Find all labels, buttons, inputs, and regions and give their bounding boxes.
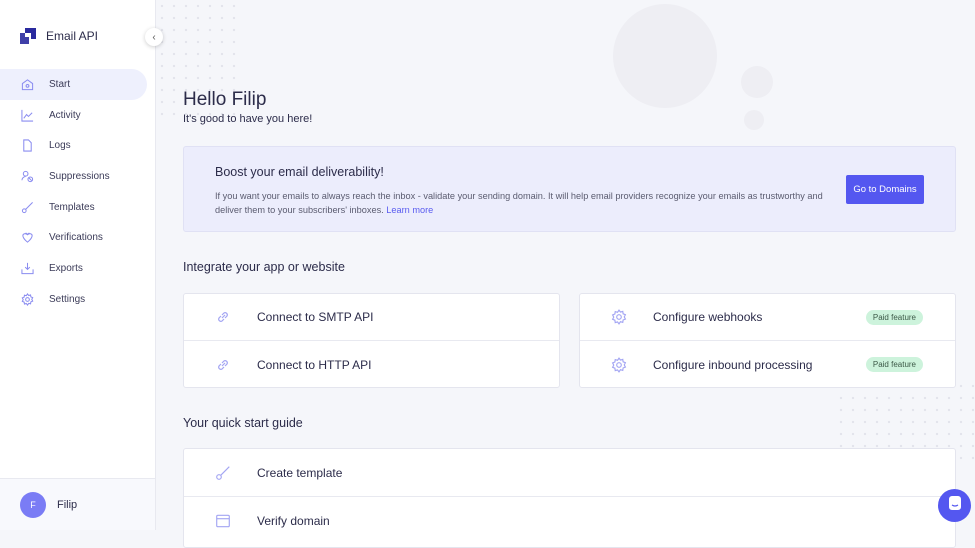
main-content: Hello Filip It's good to have you here! …	[156, 0, 975, 548]
connect-smtp-row[interactable]: Connect to SMTP API	[184, 294, 559, 341]
go-to-domains-button[interactable]: Go to Domains	[846, 175, 924, 204]
sidebar-item-logs[interactable]: Logs	[0, 130, 147, 161]
page-subtitle: It's good to have you here!	[183, 113, 313, 125]
row-label: Create template	[257, 465, 343, 480]
app-logo[interactable]: Email API	[20, 28, 98, 44]
sidebar-item-verifications[interactable]: Verifications	[0, 222, 147, 253]
collapse-sidebar-button[interactable]: ‹	[145, 28, 163, 46]
sidebar-item-label: Start	[49, 78, 71, 90]
guide-section-title: Your quick start guide	[183, 416, 303, 430]
sidebar-item-templates[interactable]: Templates	[0, 192, 147, 223]
gear-icon	[20, 292, 34, 306]
integration-card-left: Connect to SMTP API Connect to HTTP API	[183, 293, 560, 388]
decorative-circle	[741, 66, 773, 98]
row-label: Configure webhooks	[653, 310, 763, 324]
page-title: Hello Filip	[183, 89, 267, 110]
sidebar-item-activity[interactable]: Activity	[0, 100, 147, 131]
sidebar-item-exports[interactable]: Exports	[0, 253, 147, 284]
paid-feature-badge: Paid feature	[865, 309, 923, 325]
sidebar: Email API ‹ Start Activity Logs Suppress…	[0, 0, 163, 530]
row-label: Configure inbound processing	[653, 357, 813, 372]
user-block-icon	[20, 169, 34, 183]
link-icon	[214, 308, 232, 326]
sidebar-item-label: Exports	[49, 262, 83, 274]
sidebar-item-label: Suppressions	[49, 170, 110, 182]
app-name: Email API	[46, 29, 99, 43]
sidebar-item-settings[interactable]: Settings	[0, 284, 147, 315]
verify-domain-row[interactable]: Verify domain	[184, 497, 955, 545]
user-name: Filip	[57, 498, 78, 511]
banner-text: If you want your emails to always reach …	[215, 189, 835, 217]
connect-http-row[interactable]: Connect to HTTP API	[184, 341, 559, 388]
gear-icon	[610, 308, 628, 326]
sidebar-item-label: Templates	[49, 201, 95, 213]
row-label: Connect to HTTP API	[257, 357, 372, 372]
sidebar-item-suppressions[interactable]: Suppressions	[0, 161, 147, 192]
avatar: F	[20, 491, 46, 518]
gear-icon	[610, 356, 628, 374]
configure-webhooks-row[interactable]: Configure webhooks Paid feature	[580, 294, 955, 341]
banner-title: Boost your email deliverability!	[215, 165, 384, 179]
create-template-row[interactable]: Create template	[184, 449, 955, 497]
learn-more-link[interactable]: Learn more	[386, 205, 433, 215]
brush-icon	[214, 464, 232, 482]
sidebar-item-label: Logs	[49, 140, 71, 152]
sidebar-item-start[interactable]: Start	[0, 69, 147, 100]
home-icon	[20, 77, 34, 91]
banner-description: If you want your emails to always reach …	[215, 191, 823, 215]
decorative-circle	[613, 4, 717, 108]
integration-card-right: Configure webhooks Paid feature Configur…	[579, 293, 956, 388]
sidebar-item-label: Activity	[49, 109, 81, 121]
browser-window-icon	[214, 512, 232, 530]
integrate-section-title: Integrate your app or website	[183, 260, 345, 274]
brush-icon	[20, 200, 34, 214]
link-icon	[214, 356, 232, 374]
sidebar-item-label: Verifications	[49, 232, 103, 244]
logo-icon	[20, 28, 36, 44]
sidebar-nav: Start Activity Logs Suppressions Templat…	[0, 69, 147, 315]
row-label: Connect to SMTP API	[257, 310, 374, 324]
heart-shield-icon	[20, 231, 34, 245]
file-icon	[20, 139, 34, 153]
row-label: Verify domain	[257, 514, 330, 528]
configure-inbound-row[interactable]: Configure inbound processing Paid featur…	[580, 341, 955, 388]
decorative-circle	[744, 110, 764, 130]
chevron-left-icon: ‹	[152, 31, 156, 43]
deliverability-banner: Boost your email deliverability! If you …	[183, 146, 956, 232]
quick-start-card: Create template Verify domain	[183, 448, 956, 548]
chat-launcher-button[interactable]	[938, 489, 971, 522]
download-icon	[20, 261, 34, 275]
chart-line-icon	[20, 108, 34, 122]
paid-feature-badge: Paid feature	[865, 357, 923, 372]
chat-icon	[948, 495, 962, 516]
sidebar-item-label: Settings	[49, 293, 86, 305]
user-profile[interactable]: F Filip	[0, 478, 155, 530]
